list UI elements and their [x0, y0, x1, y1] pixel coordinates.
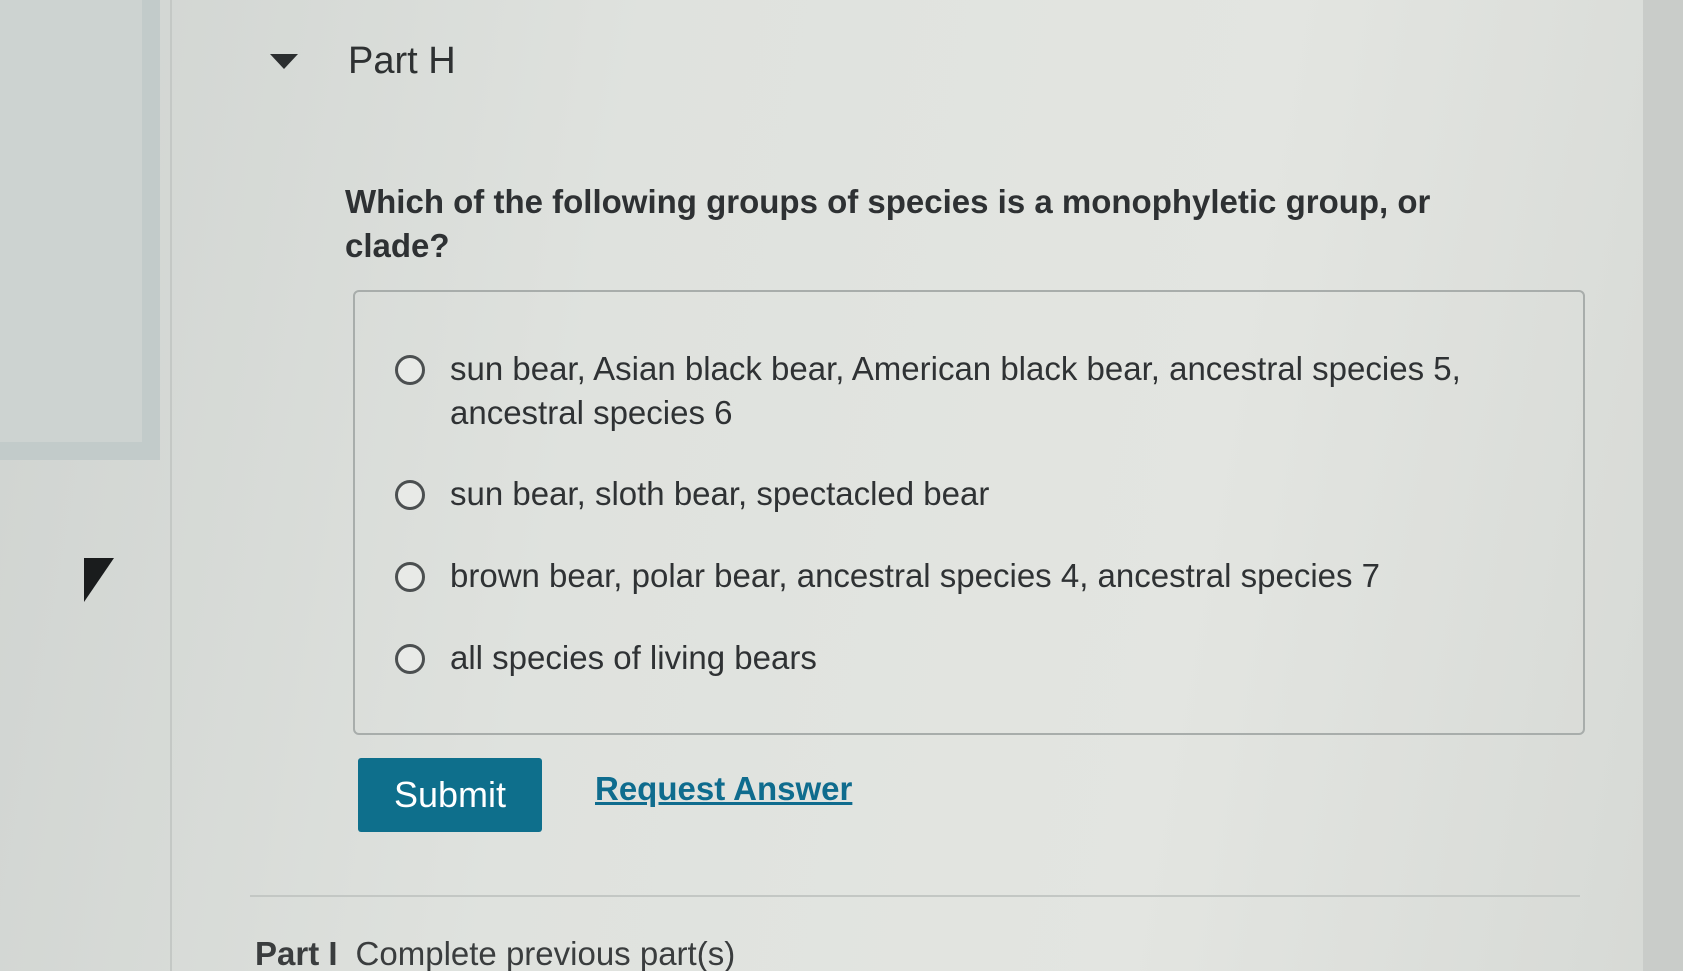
left-panel	[0, 0, 160, 460]
next-part-header[interactable]: Part I Complete previous part(s)	[255, 935, 735, 971]
answer-option[interactable]: sun bear, sloth bear, spectacled bear	[395, 472, 989, 516]
caret-down-icon[interactable]	[270, 54, 298, 69]
next-part-title: Part I	[255, 935, 338, 971]
answer-option[interactable]: all species of living bears	[395, 636, 817, 680]
next-part-status: Complete previous part(s)	[355, 935, 736, 971]
left-divider	[170, 0, 172, 971]
part-title: Part H	[348, 40, 456, 82]
answer-option[interactable]: sun bear, Asian black bear, American bla…	[395, 347, 1550, 435]
answer-option[interactable]: brown bear, polar bear, ancestral specie…	[395, 554, 1380, 598]
answer-option-label: sun bear, sloth bear, spectacled bear	[450, 475, 990, 512]
answer-option-label: all species of living bears	[450, 639, 817, 676]
answer-option-label: sun bear, Asian black bear, American bla…	[450, 350, 1461, 431]
radio-button[interactable]	[395, 562, 425, 592]
request-answer-link[interactable]: Request Answer	[595, 770, 852, 808]
radio-button[interactable]	[395, 644, 425, 674]
radio-button[interactable]	[395, 480, 425, 510]
mouse-cursor-icon	[84, 558, 114, 602]
question-text: Which of the following groups of species…	[345, 183, 1431, 264]
radio-button[interactable]	[395, 355, 425, 385]
part-header[interactable]: Part H	[270, 40, 456, 83]
screen: Part H Which of the following groups of …	[0, 0, 1683, 971]
answer-option-label: brown bear, polar bear, ancestral specie…	[450, 557, 1381, 594]
section-divider	[250, 895, 1580, 897]
submit-button[interactable]: Submit	[358, 758, 542, 832]
answer-options: sun bear, Asian black bear, American bla…	[353, 290, 1585, 735]
right-edge	[1643, 0, 1683, 971]
